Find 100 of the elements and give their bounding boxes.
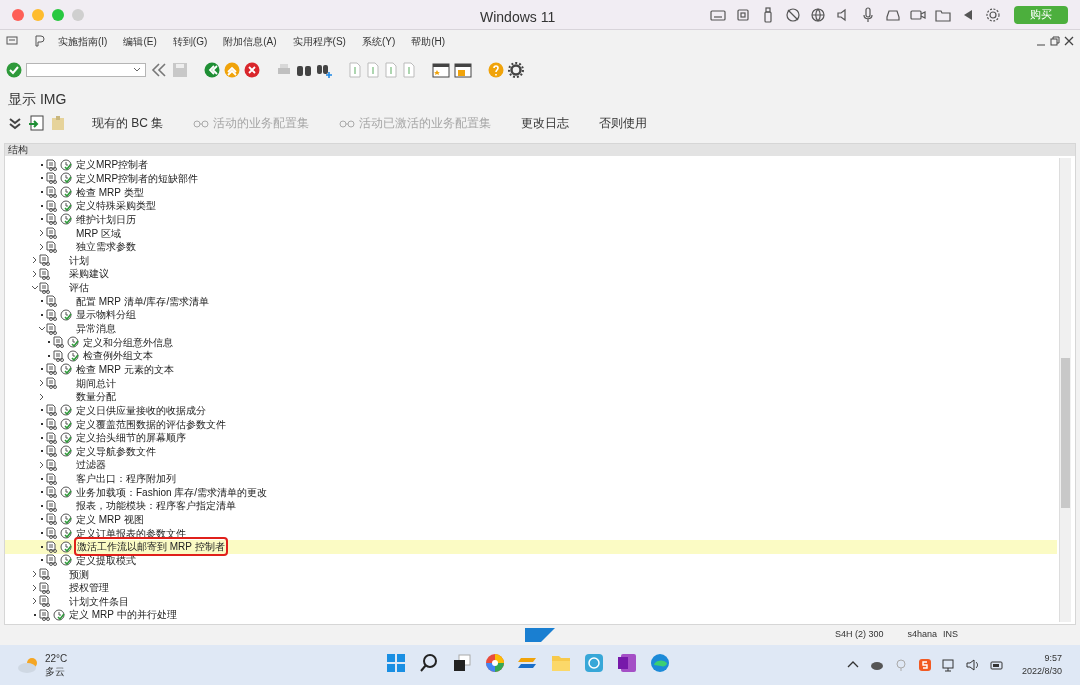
tree-item[interactable]: 定义提取模式 xyxy=(76,552,136,568)
globe-icon[interactable] xyxy=(810,6,826,23)
color-wheel-icon[interactable] xyxy=(485,653,505,673)
tree-item[interactable]: 过滤器 xyxy=(76,457,106,473)
tree-item[interactable]: 定义日供应量接收的收据成分 xyxy=(76,402,206,418)
tree-row[interactable]: 检查例外组文本 xyxy=(5,348,1057,363)
tree-item[interactable]: 独立需求参数 xyxy=(76,239,136,255)
customize-icon[interactable] xyxy=(34,35,46,47)
tree-row[interactable]: 定义 MRP 中的并行处理 xyxy=(5,608,1057,622)
expand-all-icon[interactable] xyxy=(8,116,22,130)
tree-row[interactable]: 定义MRP控制者 xyxy=(5,158,1057,172)
tree-row[interactable]: 计划 xyxy=(5,253,1057,268)
tree-row[interactable]: 定义覆盖范围数据的评估参数文件 xyxy=(5,417,1057,431)
tree-item[interactable]: 计划文件条目 xyxy=(69,593,129,609)
input-method-icon[interactable] xyxy=(917,658,932,672)
tree-row[interactable]: 检查 MRP 元素的文本 xyxy=(5,362,1057,377)
tree-item[interactable]: 客户出口：程序附加列 xyxy=(76,471,176,487)
tree-row[interactable]: 报表，功能模块：程序客户指定清单 xyxy=(5,499,1057,513)
tree-item[interactable]: 定义MRP控制者的短缺部件 xyxy=(76,170,199,186)
menu-item[interactable]: 系统(Y) xyxy=(361,33,396,49)
import-icon[interactable] xyxy=(28,115,44,131)
tree-row[interactable]: 定义 MRP 视图 xyxy=(5,512,1057,527)
tree-item[interactable]: 维护计划日历 xyxy=(76,211,136,227)
tree-row[interactable]: 定义日供应量接收的收据成分 xyxy=(5,403,1057,418)
menu-item[interactable]: 实用程序(S) xyxy=(292,33,346,49)
tree-row[interactable]: 独立需求参数 xyxy=(5,239,1057,254)
tree-row[interactable]: 计划文件条目 xyxy=(5,594,1057,609)
clipboard-icon[interactable] xyxy=(50,115,66,131)
tree-row[interactable]: 期间总计 xyxy=(5,376,1057,390)
tree-item[interactable]: 评估 xyxy=(69,280,89,296)
scrollbar-thumb[interactable] xyxy=(1061,358,1070,508)
tree-row[interactable]: 定义抬头细节的屏幕顺序 xyxy=(5,430,1057,445)
tree-row[interactable]: 预测 xyxy=(5,567,1057,581)
task-view-icon[interactable] xyxy=(452,653,472,673)
check-icon[interactable] xyxy=(6,62,22,78)
shortcut-icon[interactable] xyxy=(454,62,472,78)
tree-row[interactable]: 评估 xyxy=(5,280,1057,295)
tree-row[interactable]: 采购建议 xyxy=(5,267,1057,281)
tree-item[interactable]: 采购建议 xyxy=(69,266,109,282)
close-button[interactable] xyxy=(12,8,24,21)
battery-icon[interactable] xyxy=(989,658,1004,672)
tree-item[interactable]: 定义覆盖范围数据的评估参数文件 xyxy=(76,416,226,432)
tree-row[interactable]: 异常消息 xyxy=(5,321,1057,336)
tree-row[interactable]: 定义MRP控制者的短缺部件 xyxy=(5,171,1057,186)
volume-icon[interactable] xyxy=(965,658,980,672)
tree-row[interactable]: 过滤器 xyxy=(5,458,1057,472)
tree-item[interactable]: 计划 xyxy=(69,252,89,268)
tree-row[interactable]: 定义提取模式 xyxy=(5,553,1057,568)
tree-item[interactable]: 定义特殊采购类型 xyxy=(76,198,156,214)
network-icon[interactable] xyxy=(941,658,956,672)
chip-icon[interactable] xyxy=(735,6,751,23)
tree-item[interactable]: 定义 MRP 中的并行处理 xyxy=(69,607,177,623)
app-icon[interactable] xyxy=(584,653,604,673)
tree-row[interactable]: 维护计划日历 xyxy=(5,212,1057,227)
toolbar-button[interactable]: 现有的 BC 集 xyxy=(92,114,164,132)
tree-row[interactable]: 业务加载项：Fashion 库存/需求清单的更改 xyxy=(5,485,1057,499)
menu-item[interactable]: 编辑(E) xyxy=(123,33,157,49)
tree-row[interactable]: 显示物料分组 xyxy=(5,308,1057,322)
tree-row[interactable]: 定义特殊采购类型 xyxy=(5,198,1057,213)
toolbar-button[interactable]: 否则使用 xyxy=(599,114,648,132)
menu-item[interactable]: 附加信息(A) xyxy=(223,33,277,49)
search-icon[interactable] xyxy=(419,653,439,673)
tree-item[interactable]: 期间总计 xyxy=(76,375,116,391)
tree-row[interactable]: 数量分配 xyxy=(5,389,1057,404)
close-icon[interactable] xyxy=(1064,36,1074,46)
tree-row[interactable]: 客户出口：程序附加列 xyxy=(5,471,1057,486)
microphone-icon[interactable] xyxy=(860,6,876,23)
tree-row[interactable]: 检查 MRP 类型 xyxy=(5,185,1057,199)
tree-item[interactable]: 数量分配 xyxy=(76,389,116,405)
tree-item[interactable]: 显示物料分组 xyxy=(76,307,136,323)
tree-row[interactable]: 配置 MRP 清单/库存/需求清单 xyxy=(5,294,1057,309)
tree-item[interactable]: 授权管理 xyxy=(69,580,109,596)
tree-item[interactable]: 定义MRP控制者 xyxy=(76,157,149,173)
settings-icon[interactable] xyxy=(985,6,1001,23)
tree-item[interactable]: 检查 MRP 元素的文本 xyxy=(76,361,174,377)
collapse-icon[interactable] xyxy=(150,62,168,78)
menu-item[interactable]: 转到(G) xyxy=(172,33,208,49)
clock[interactable]: 9:57 2022/8/30 xyxy=(1021,652,1062,678)
tree-item[interactable]: 检查例外组文本 xyxy=(83,348,153,364)
tree-item[interactable]: 预测 xyxy=(69,566,89,582)
menu-icon[interactable] xyxy=(6,35,18,47)
tree-row[interactable]: 授权管理 xyxy=(5,580,1057,595)
tree-item[interactable]: 定义 MRP 视图 xyxy=(76,512,144,527)
menu-item[interactable]: 实施指南(I) xyxy=(58,33,108,49)
tree-row[interactable]: MRP 区域 xyxy=(5,226,1057,240)
tree-item[interactable]: 定义抬头细节的屏幕顺序 xyxy=(76,430,186,446)
command-field[interactable] xyxy=(26,63,146,77)
tree-row[interactable]: 激活工作流以邮寄到 MRP 控制者 xyxy=(5,539,1057,554)
tree-item[interactable]: 配置 MRP 清单/库存/需求清单 xyxy=(76,293,210,309)
new-window-icon[interactable] xyxy=(432,62,450,78)
tree-item[interactable]: MRP 区域 xyxy=(76,225,121,241)
restore-icon[interactable] xyxy=(1050,36,1060,46)
toolbar-button[interactable]: 更改日志 xyxy=(521,114,570,132)
tree-item[interactable]: 激活工作流以邮寄到 MRP 控制者 xyxy=(76,539,226,555)
tree-item[interactable]: 检查 MRP 类型 xyxy=(76,184,144,200)
tree-row[interactable]: 定义和分组意外信息 xyxy=(5,335,1057,349)
tree-item[interactable]: 报表，功能模块：程序客户指定清单 xyxy=(76,498,236,514)
tree-item[interactable]: 异常消息 xyxy=(76,321,116,336)
back-icon[interactable] xyxy=(204,62,220,78)
tree-row[interactable]: 定义导航参数文件 xyxy=(5,444,1057,459)
